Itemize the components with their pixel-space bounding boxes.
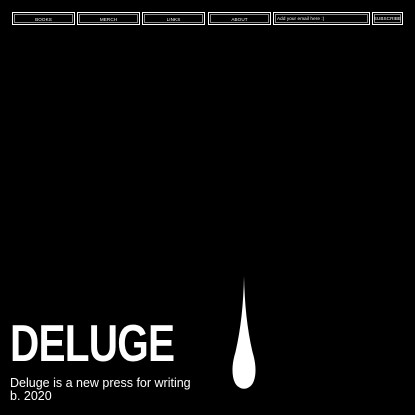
raindrop-icon	[232, 276, 256, 389]
nav-links-button[interactable]: LINKS	[142, 12, 205, 25]
nav-about-button[interactable]: ABOUT	[208, 12, 271, 25]
nav-merch-button[interactable]: MERCH	[77, 12, 140, 25]
nav-books-button[interactable]: BOOKS	[12, 12, 75, 25]
tagline: Deluge is a new press for writing b. 202…	[10, 377, 210, 403]
site-wordmark: DELUGE	[10, 315, 175, 373]
top-navigation: BOOKS MERCH LINKS ABOUT SUBSCRIBE	[12, 12, 403, 25]
tagline-founded-year: b. 2020	[10, 389, 52, 403]
email-field[interactable]	[273, 12, 370, 25]
subscribe-button[interactable]: SUBSCRIBE	[372, 12, 403, 25]
